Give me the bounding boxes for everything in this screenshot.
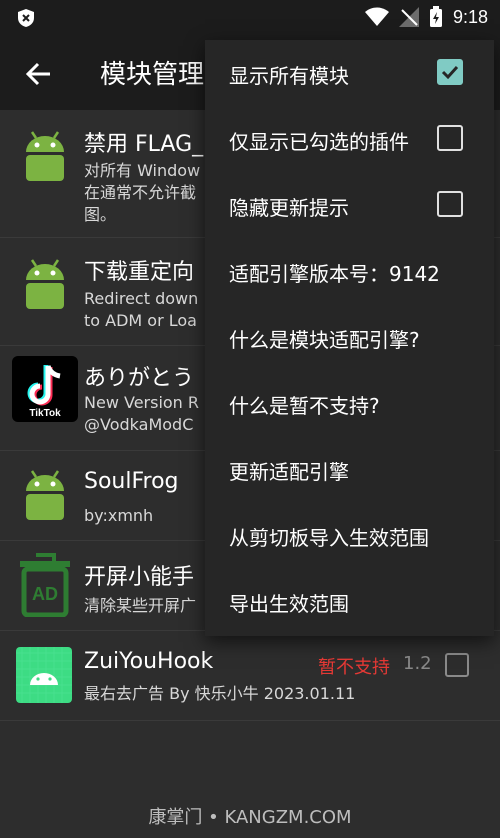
menu-item-label: 隐藏更新提示 <box>229 196 349 220</box>
shield-icon <box>18 9 34 27</box>
menu-item-label: 适配引擎版本号：9142 <box>229 262 440 286</box>
android-green-icon <box>16 647 72 703</box>
module-checkbox[interactable] <box>445 653 469 677</box>
page-title: 模块管理 <box>100 60 205 90</box>
version-label: 1.2 <box>403 653 432 674</box>
menu-item-show-all-modules[interactable]: 显示所有模块 <box>205 40 494 106</box>
tiktok-icon: TikTok <box>12 356 78 422</box>
menu-item-label: 导出生效范围 <box>229 592 349 616</box>
clock: 9:18 <box>452 6 488 27</box>
ad-trash-icon: AD <box>20 553 70 617</box>
ad-icon-label: AD <box>32 584 58 604</box>
module-title: 禁用 FLAG_ <box>84 132 204 157</box>
module-desc: 对所有 Window <box>84 161 201 180</box>
overflow-menu: 显示所有模块 仅显示已勾选的插件 隐藏更新提示 适配引擎版本号：9142 什么是… <box>205 40 494 636</box>
module-desc: 在通常不允许截 <box>84 183 197 202</box>
menu-item-what-is-engine[interactable]: 什么是模块适配引擎? <box>205 304 494 370</box>
unsupported-label: 暂不支持 <box>318 657 390 678</box>
android-icon <box>26 259 64 309</box>
menu-item-show-checked-only[interactable]: 仅显示已勾选的插件 <box>205 106 494 172</box>
menu-item-label: 什么是暂不支持? <box>229 394 380 418</box>
menu-item-what-is-unsupported[interactable]: 什么是暂不支持? <box>205 370 494 436</box>
battery-charging-icon <box>429 6 442 27</box>
menu-item-hide-update-hint[interactable]: 隐藏更新提示 <box>205 172 494 238</box>
back-arrow-icon[interactable] <box>22 58 54 90</box>
show-all-checkbox[interactable] <box>437 59 463 85</box>
menu-item-label: 更新适配引擎 <box>229 460 349 484</box>
module-title: ZuiYouHook <box>84 649 214 674</box>
status-bar: 9:18 <box>0 0 500 36</box>
module-desc: by:xmnh <box>84 506 154 525</box>
module-desc: 最右去广告 By 快乐小牛 2023.01.11 <box>84 684 356 703</box>
menu-item-engine-version[interactable]: 适配引擎版本号：9142 <box>205 238 494 304</box>
module-row[interactable]: ZuiYouHook 最右去广告 By 快乐小牛 2023.01.11 暂不支持… <box>0 631 500 721</box>
module-desc: New Version R <box>84 393 200 412</box>
show-checked-checkbox[interactable] <box>437 125 463 151</box>
menu-item-import-scope[interactable]: 从剪切板导入生效范围 <box>205 502 494 568</box>
menu-item-label: 从剪切板导入生效范围 <box>229 526 429 550</box>
menu-item-export-scope[interactable]: 导出生效范围 <box>205 568 494 634</box>
module-desc: 图。 <box>84 205 117 224</box>
hide-update-checkbox[interactable] <box>437 191 463 217</box>
wifi-icon <box>364 7 389 26</box>
module-title: 开屏小能手 <box>84 565 195 590</box>
menu-item-label: 显示所有模块 <box>229 64 349 88</box>
menu-item-label: 什么是模块适配引擎? <box>229 328 420 352</box>
menu-item-update-engine[interactable]: 更新适配引擎 <box>205 436 494 502</box>
module-title: ありがとう <box>84 366 195 391</box>
android-icon <box>26 470 64 520</box>
module-desc: to ADM or Loa <box>84 311 197 330</box>
watermark: 康掌门 • KANGZM.COM <box>148 807 352 828</box>
module-title: 下载重定向 <box>84 260 195 285</box>
module-desc: @VodkaModC <box>84 415 194 434</box>
check-icon <box>441 65 459 80</box>
menu-item-label: 仅显示已勾选的插件 <box>229 130 409 154</box>
android-icon <box>26 131 64 181</box>
tiktok-icon-label: TikTok <box>29 408 61 419</box>
module-desc: 清除某些开屏广 <box>84 596 197 615</box>
module-desc: Redirect down <box>84 289 199 308</box>
module-title: SoulFrog <box>84 469 179 494</box>
no-signal-icon <box>398 7 419 27</box>
